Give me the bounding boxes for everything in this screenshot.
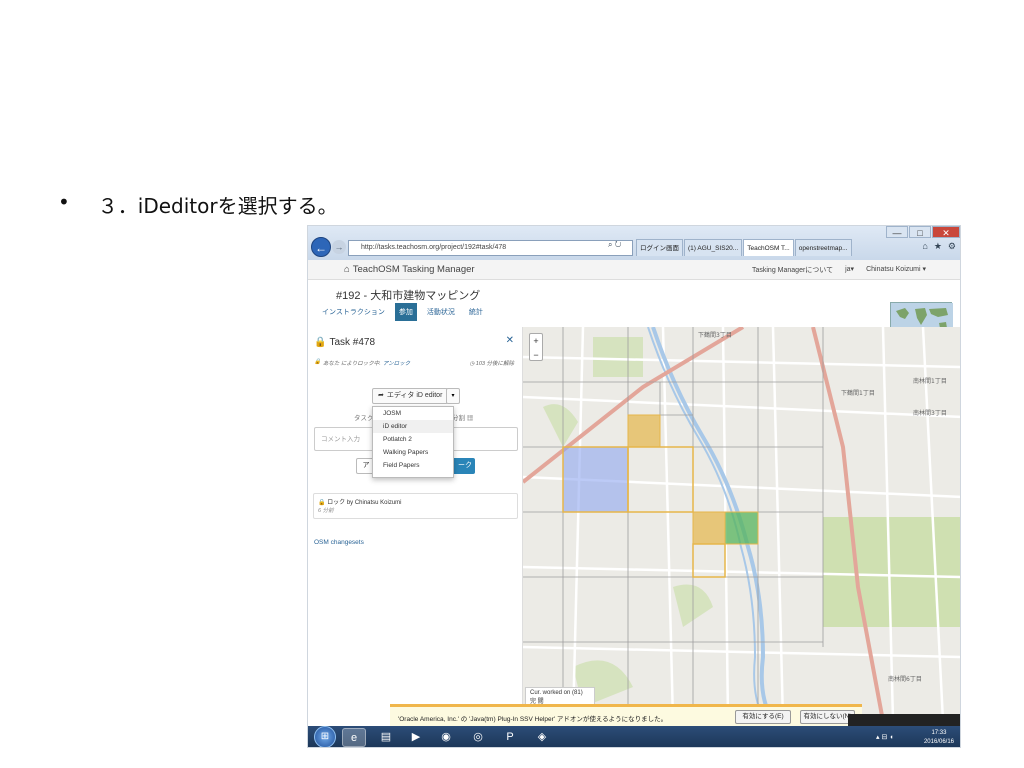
brand-label: TeachOSM Tasking Manager bbox=[352, 264, 475, 275]
tray-icons[interactable]: ▴ ⊟ ◖ bbox=[876, 733, 894, 741]
clock-icon: ◷ bbox=[469, 361, 475, 367]
history-text: ロック by Chinatsu Koizumi bbox=[327, 500, 402, 506]
tab-login[interactable]: ログイン画面 bbox=[636, 239, 683, 256]
task-map[interactable]: 下鶴間3丁目 下鶴間1丁目 南林間1丁目 南林間3丁目 南林間6丁目 + − C… bbox=[523, 327, 960, 721]
start-button[interactable]: ⊞ bbox=[314, 726, 336, 747]
address-tools: ⌕ ↻ bbox=[608, 240, 621, 250]
project-title: #192 - 大和市建物マッピング bbox=[336, 290, 481, 302]
unlock-link[interactable]: アンロック bbox=[383, 359, 410, 367]
task-label: タスク bbox=[354, 415, 374, 422]
maximize-button[interactable]: □ bbox=[909, 226, 931, 238]
tab-instructions[interactable]: インストラクション bbox=[318, 303, 389, 321]
close-icon[interactable]: ✕ bbox=[506, 335, 514, 346]
gear-icon[interactable]: ⚙ bbox=[948, 241, 956, 252]
editor-option-potlatch[interactable]: Potlatch 2 bbox=[373, 433, 453, 446]
home-icon[interactable]: ⌂ bbox=[922, 241, 927, 252]
slide: • ３．iDeditorを選択する。 — □ ✕ ← → http://task… bbox=[0, 0, 1024, 768]
nav-about-link[interactable]: Tasking Managerについて bbox=[752, 265, 833, 275]
media-taskbar-icon[interactable]: ▶ bbox=[404, 728, 428, 747]
editor-option-id[interactable]: iD editor bbox=[373, 420, 453, 433]
editor-option-field-papers[interactable]: Field Papers bbox=[373, 459, 453, 472]
zoom-in-button[interactable]: + bbox=[530, 334, 542, 348]
home-icon: ⌂ bbox=[344, 264, 350, 275]
lock-status: 🔒 あなた によりロック中. アンロック bbox=[314, 359, 410, 367]
street-label: 下鶴間1丁目 bbox=[841, 389, 875, 397]
bullet-marker: • bbox=[58, 190, 70, 214]
taskbar: ⊞ e ▤ ▶ ◉ ◎ P ◈ ▴ ⊟ ◖ 17:33 2016/06/16 bbox=[308, 726, 960, 747]
osm-changesets-link[interactable]: OSM changesets bbox=[314, 539, 364, 546]
tab-strip: ログイン画面 (1) AGU_SIS20... TeachOSM T... op… bbox=[636, 239, 853, 256]
editor-option-josm[interactable]: JOSM bbox=[373, 407, 453, 420]
site-brand[interactable]: ⌂ TeachOSM Tasking Manager bbox=[344, 264, 475, 275]
lock-status-text: あなた によりロック中. bbox=[322, 361, 381, 367]
split-label[interactable]: 分割 ▦ bbox=[452, 412, 473, 422]
zoom-control: + − bbox=[529, 333, 543, 361]
ie-taskbar-icon[interactable]: e bbox=[342, 728, 366, 747]
browser-toolbar: — □ ✕ ← → http://tasks.teachosm.org/proj… bbox=[308, 226, 960, 260]
lock-icon: 🔒 bbox=[314, 337, 327, 348]
tab-openstreetmap[interactable]: openstreetmap... bbox=[794, 239, 852, 256]
tab-stats[interactable]: 統計 bbox=[465, 303, 487, 321]
explorer-taskbar-icon[interactable]: ▤ bbox=[374, 728, 398, 747]
browser-right-icons: ⌂ ★ ⚙ bbox=[922, 241, 956, 252]
tab-contribute[interactable]: 参加 bbox=[394, 303, 417, 321]
task-panel: 🔒 Task #478 ✕ 🔒 あなた によりロック中. アンロック ◷ 103… bbox=[308, 327, 523, 721]
bullet-item: • ３．iDeditorを選択する。 bbox=[58, 190, 338, 219]
tab-agu[interactable]: (1) AGU_SIS20... bbox=[684, 239, 743, 256]
task-header: 🔒 Task #478 bbox=[314, 337, 375, 348]
user-menu[interactable]: Chinatsu Koizumi ▾ bbox=[866, 265, 926, 275]
tab-activity[interactable]: 活動状況 bbox=[423, 303, 459, 321]
split-icon: ▦ bbox=[466, 415, 474, 422]
editor-dropdown-toggle[interactable]: ▾ bbox=[446, 388, 460, 404]
star-icon[interactable]: ★ bbox=[934, 241, 942, 252]
street-label: 南林間6丁目 bbox=[888, 675, 922, 683]
chrome-taskbar-icon[interactable]: ◎ bbox=[466, 728, 490, 747]
map-canvas: 下鶴間3丁目 下鶴間1丁目 南林間1丁目 南林間3丁目 南林間6丁目 bbox=[523, 327, 960, 721]
powerpoint-taskbar-icon[interactable]: P bbox=[498, 728, 522, 747]
lock-time: ◷ 103 分後に解除 bbox=[469, 359, 514, 367]
disable-addon-button[interactable]: 有効にしない(N) bbox=[800, 710, 855, 724]
clock-date: 2016/06/16 bbox=[923, 739, 954, 745]
editor-button-label: エディタ iD editor bbox=[386, 392, 443, 399]
firefox-taskbar-icon[interactable]: ◉ bbox=[434, 728, 458, 747]
browser-screenshot: — □ ✕ ← → http://tasks.teachosm.org/proj… bbox=[307, 225, 961, 748]
enable-addon-button[interactable]: 有効にする(E) bbox=[735, 710, 791, 724]
editor-button[interactable]: ➦ エディタ iD editor bbox=[372, 388, 449, 404]
history-entry: 🔒 ロック by Chinatsu Koizumi bbox=[318, 497, 513, 506]
street-label: 南林間3丁目 bbox=[913, 409, 947, 417]
close-window-button[interactable]: ✕ bbox=[932, 226, 960, 238]
project-tabs: インストラクション 参加 活動状況 統計 bbox=[318, 303, 487, 321]
task-history: 🔒 ロック by Chinatsu Koizumi 6 分前 bbox=[313, 493, 518, 519]
clock[interactable]: 17:33 2016/06/16 bbox=[924, 729, 954, 747]
editor-option-walking-papers[interactable]: Walking Papers bbox=[373, 446, 453, 459]
share-arrow-icon: ➦ bbox=[378, 392, 384, 399]
lock-time-text: 103 分後に解除 bbox=[475, 361, 514, 367]
nav-right: Tasking Managerについて ja▾ Chinatsu Koizumi… bbox=[752, 265, 926, 275]
clock-time: 17:33 bbox=[931, 730, 947, 736]
notification-text: 'Oracle America, Inc.' の 'Java(tm) Plug-… bbox=[398, 716, 668, 723]
editor-dropdown-menu: JOSM iD editor Potlatch 2 Walking Papers… bbox=[372, 406, 454, 478]
street-label: 南林間1丁目 bbox=[913, 377, 947, 385]
search-icon[interactable]: ⌕ bbox=[608, 240, 612, 249]
lock-icon: 🔒 bbox=[314, 359, 321, 365]
street-label: 下鶴間3丁目 bbox=[698, 331, 732, 339]
app-taskbar-icon[interactable]: ◈ bbox=[530, 728, 554, 747]
notification-bar: 'Oracle America, Inc.' の 'Java(tm) Plug-… bbox=[390, 704, 862, 726]
forward-arrow-icon[interactable]: → bbox=[332, 240, 346, 254]
minimize-button[interactable]: — bbox=[886, 226, 908, 238]
address-bar[interactable]: http://tasks.teachosm.org/project/192#ta… bbox=[348, 240, 633, 256]
slide-heading: ３．iDeditorを選択する。 bbox=[97, 194, 338, 218]
tray-toolbar bbox=[848, 714, 960, 726]
back-arrow-icon[interactable]: ← bbox=[311, 237, 331, 257]
refresh-icon[interactable]: ↻ bbox=[615, 240, 622, 249]
system-tray: ▴ ⊟ ◖ 17:33 2016/06/16 bbox=[876, 727, 958, 747]
task-title: Task #478 bbox=[329, 337, 376, 348]
site-navbar: ⌂ TeachOSM Tasking Manager Tasking Manag… bbox=[308, 260, 960, 280]
zoom-out-button[interactable]: − bbox=[530, 348, 542, 362]
language-selector[interactable]: ja▾ bbox=[845, 265, 854, 275]
window-controls: — □ ✕ bbox=[885, 226, 960, 238]
tab-teachosm[interactable]: TeachOSM T... bbox=[743, 239, 794, 256]
history-time: 6 分前 bbox=[318, 508, 334, 514]
